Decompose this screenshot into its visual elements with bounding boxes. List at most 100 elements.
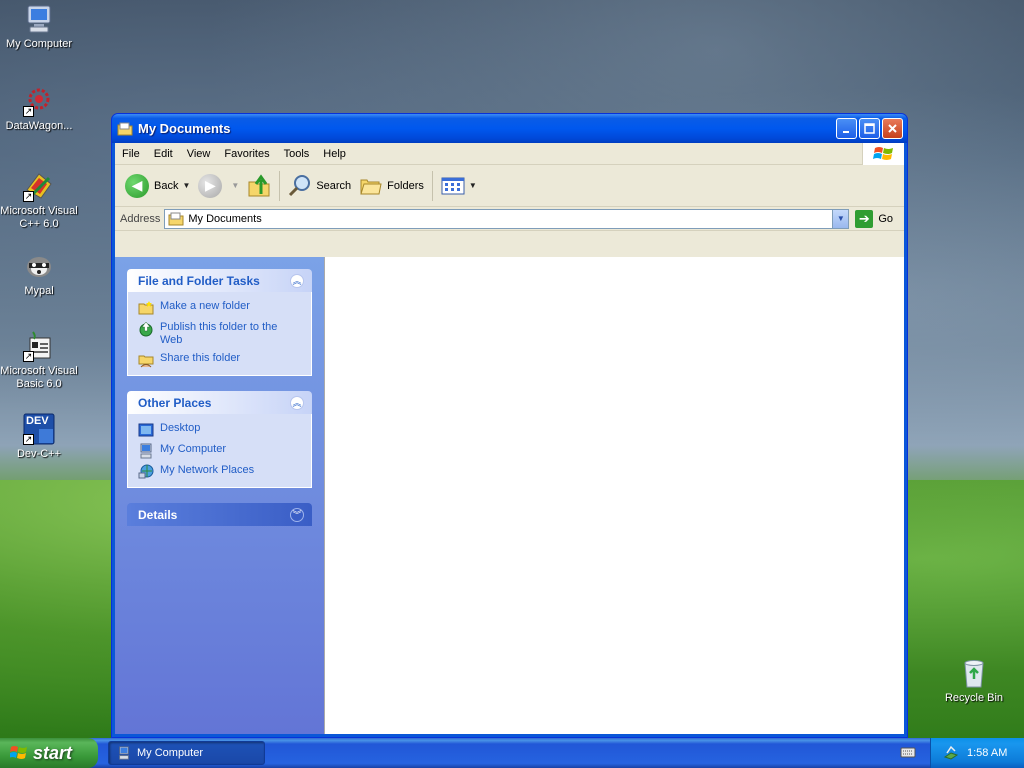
address-bar: Address My Documents ▼ ➔ Go: [115, 207, 904, 231]
search-label: Search: [316, 179, 352, 192]
panel-title: Details: [138, 507, 178, 522]
chevron-up-icon[interactable]: ︽: [290, 273, 304, 288]
computer-icon: [119, 746, 129, 760]
desktop-icon-mypal[interactable]: Mypal: [0, 250, 78, 298]
desktop-icon-label: Recycle Bin: [944, 692, 1004, 704]
other-places-panel: Other Places ︽ Desktop My Computer My Ne…: [127, 391, 312, 488]
chevron-up-icon[interactable]: ︽: [290, 395, 304, 410]
menu-edit[interactable]: Edit: [147, 148, 180, 160]
my-documents-icon: [168, 212, 184, 225]
chevron-down-icon[interactable]: ︾: [290, 507, 304, 522]
file-folder-tasks-header[interactable]: File and Folder Tasks ︽: [127, 269, 312, 292]
shortcut-arrow-icon: ↗: [23, 351, 34, 362]
place-my-computer[interactable]: My Computer: [138, 443, 301, 459]
back-dropdown-icon[interactable]: ▼: [182, 181, 190, 190]
computer-icon: [23, 3, 55, 35]
desktop-icon: [138, 423, 154, 437]
address-value: My Documents: [188, 212, 262, 225]
desktop-icon-recycle-bin[interactable]: Recycle Bin: [935, 657, 1013, 705]
window-title: My Documents: [138, 121, 231, 136]
dev-cpp-icon: DEV ↗: [23, 413, 55, 445]
recycle-bin-icon: [958, 657, 990, 689]
go-button[interactable]: ➔ Go: [855, 209, 894, 228]
desktop-icon-visual-basic[interactable]: ↗ Microsoft Visual Basic 6.0: [0, 330, 78, 391]
task-pane: File and Folder Tasks ︽ Make a new folde…: [115, 257, 325, 734]
back-button[interactable]: ◀ Back ▼: [121, 172, 194, 200]
taskbar-item-my-computer[interactable]: My Computer: [108, 741, 265, 765]
new-folder-icon: [138, 301, 154, 315]
mypal-icon: [23, 250, 55, 282]
maximize-button[interactable]: [859, 118, 880, 139]
keyboard-icon[interactable]: [900, 745, 916, 759]
standard-toolbar: ◀ Back ▼ ▶ ▼ Search Folders ▼: [115, 165, 904, 207]
desktop-icon-my-computer[interactable]: My Computer: [0, 3, 78, 51]
address-dropdown-icon[interactable]: ▼: [832, 209, 849, 228]
menu-bar: File Edit View Favorites Tools Help: [115, 143, 904, 165]
menu-favorites[interactable]: Favorites: [217, 148, 276, 160]
address-field[interactable]: My Documents ▼: [164, 208, 850, 229]
windows-logo-icon: [10, 746, 27, 759]
folders-icon: [360, 179, 382, 194]
visual-cpp-icon: ↗: [23, 170, 55, 202]
panel-title: Other Places: [138, 395, 212, 410]
task-label: Publish this folder to the Web: [160, 321, 278, 346]
close-button[interactable]: [882, 118, 903, 139]
place-desktop[interactable]: Desktop: [138, 422, 301, 438]
desktop-icon-dev-cpp[interactable]: DEV ↗ Dev-C++: [0, 413, 78, 461]
shortcut-arrow-icon: ↗: [23, 191, 34, 202]
panel-body: Desktop My Computer My Network Places: [127, 414, 312, 488]
datawagon-icon: ↗: [23, 85, 55, 117]
network-tray-icon[interactable]: [943, 745, 959, 761]
share-folder-icon: [138, 355, 154, 368]
desktop-icon-datawagon[interactable]: ↗ DataWagon...: [0, 85, 78, 133]
place-label: My Computer: [160, 443, 227, 455]
up-folder-icon: [248, 173, 270, 196]
task-make-new-folder[interactable]: Make a new folder: [138, 300, 301, 316]
folders-button[interactable]: Folders: [355, 172, 428, 200]
clock[interactable]: 1:58 AM: [967, 747, 1007, 759]
menu-help[interactable]: Help: [316, 148, 353, 160]
forward-dropdown-icon[interactable]: ▼: [231, 181, 239, 190]
forward-button[interactable]: ▶ ▼: [194, 172, 243, 200]
task-label: Share this folder: [160, 352, 241, 364]
folders-label: Folders: [387, 179, 424, 192]
go-label: Go: [878, 212, 894, 225]
details-panel: Details ︾: [127, 503, 312, 526]
explorer-content: File and Folder Tasks ︽ Make a new folde…: [115, 257, 904, 734]
minimize-icon: [842, 130, 849, 133]
search-button[interactable]: Search: [284, 172, 355, 200]
start-button[interactable]: start: [0, 738, 98, 768]
visual-basic-icon: ↗: [23, 330, 55, 362]
up-folder-button[interactable]: [243, 172, 275, 200]
minimize-button[interactable]: [836, 118, 857, 139]
menu-file[interactable]: File: [115, 148, 147, 160]
window-body: File Edit View Favorites Tools Help ◀ Ba…: [115, 143, 904, 734]
back-label: Back: [154, 179, 179, 192]
desktop-icon-label: Dev-C++: [16, 448, 62, 460]
task-share-folder[interactable]: Share this folder: [138, 352, 301, 368]
dev-cpp-badge: DEV: [26, 415, 49, 427]
start-label: start: [33, 742, 73, 763]
menu-tools[interactable]: Tools: [277, 148, 317, 160]
address-label: Address: [120, 212, 161, 225]
shortcut-arrow-icon: ↗: [23, 434, 34, 445]
panel-title: File and Folder Tasks: [138, 273, 260, 288]
search-icon: [289, 174, 311, 196]
back-arrow-icon: ◀: [125, 173, 149, 198]
task-publish-to-web[interactable]: Publish this folder to the Web: [138, 321, 301, 347]
details-header[interactable]: Details ︾: [127, 503, 312, 526]
views-button[interactable]: ▼: [437, 174, 481, 198]
other-places-header[interactable]: Other Places ︽: [127, 391, 312, 414]
publish-web-icon: [139, 321, 153, 337]
folder-icon: [117, 122, 133, 135]
desktop-icon-label: Microsoft Visual Basic 6.0: [0, 365, 78, 390]
desktop-icon-label: My Computer: [5, 38, 73, 50]
views-dropdown-icon[interactable]: ▼: [469, 181, 477, 190]
close-icon: [888, 124, 897, 133]
place-my-network-places[interactable]: My Network Places: [138, 464, 301, 480]
file-list-area[interactable]: [325, 257, 904, 734]
views-icon: [441, 177, 465, 194]
title-bar[interactable]: My Documents: [112, 114, 907, 143]
menu-view[interactable]: View: [180, 148, 218, 160]
desktop-icon-visual-cpp[interactable]: ↗ Microsoft Visual C++ 6.0: [0, 170, 78, 231]
